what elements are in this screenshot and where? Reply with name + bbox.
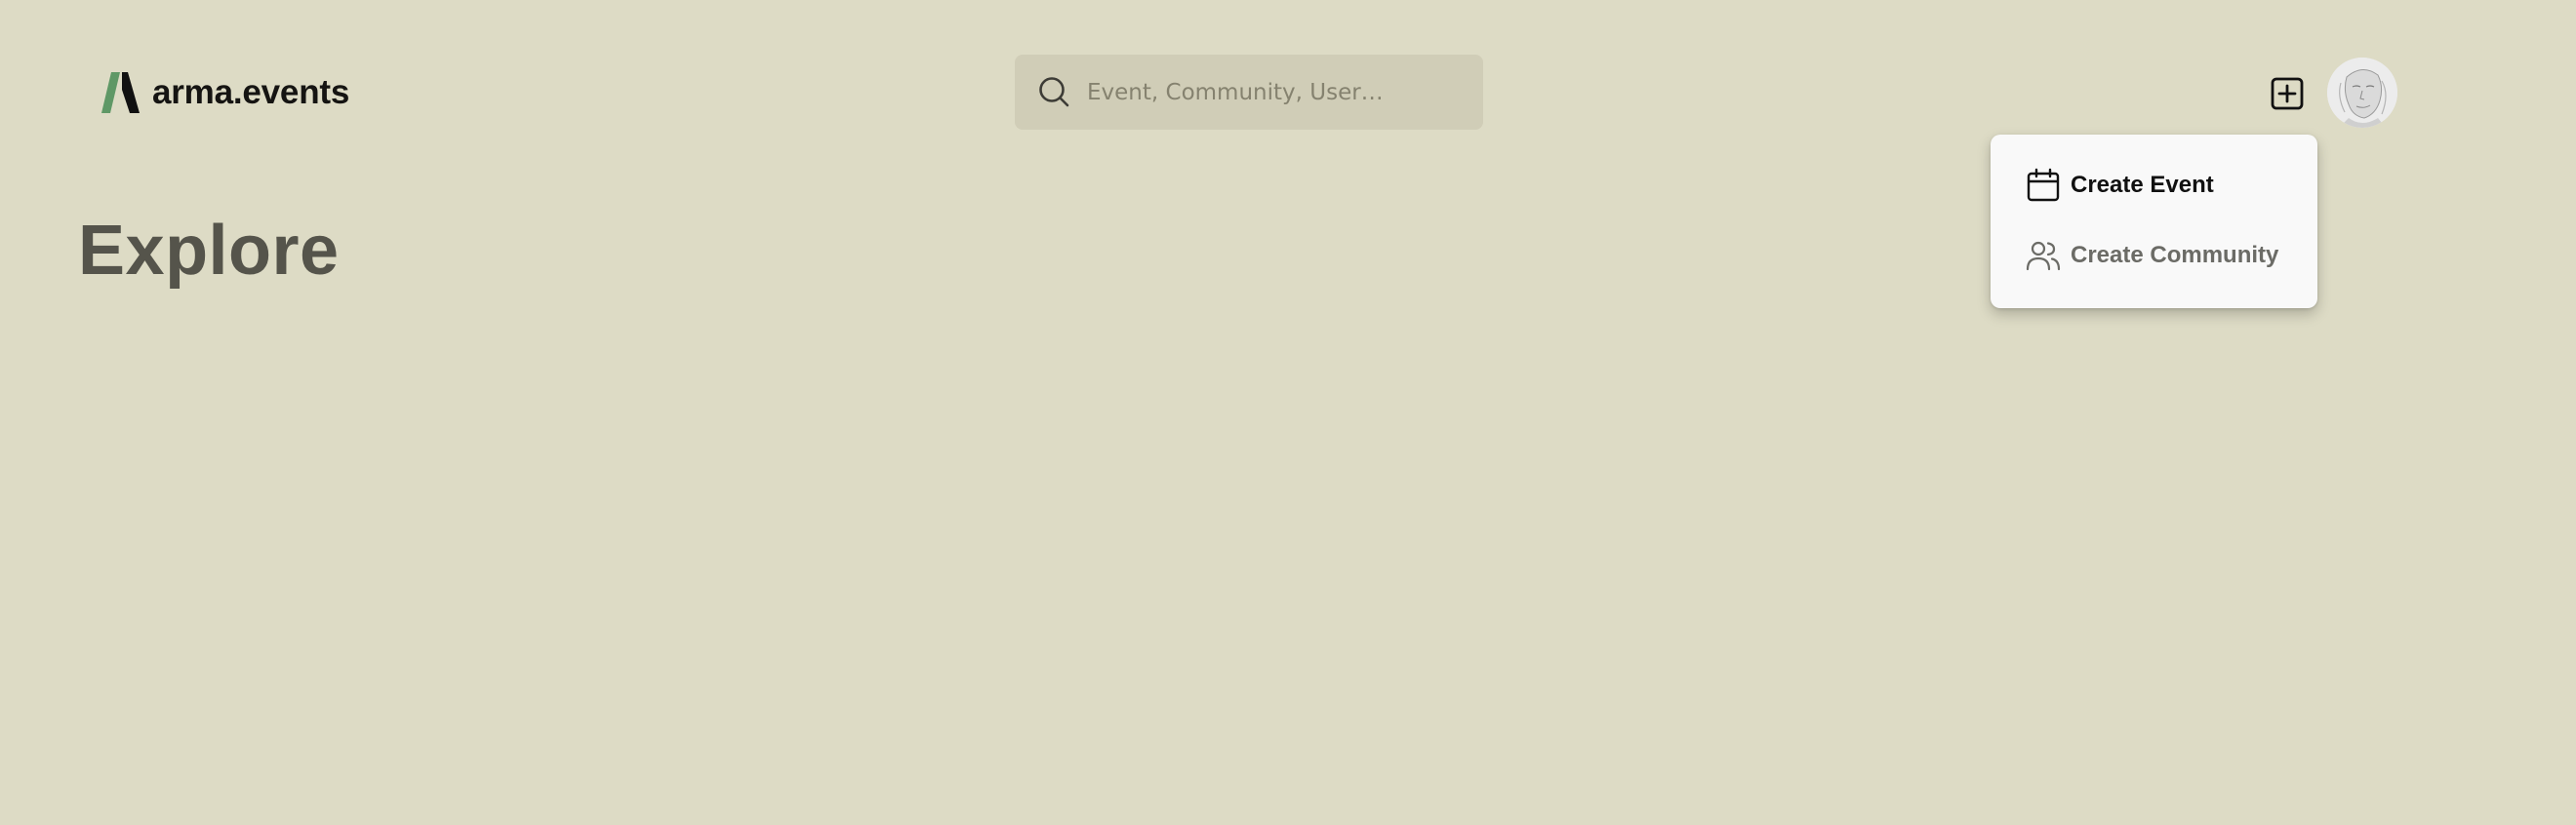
search-bar[interactable] — [1015, 55, 1483, 130]
plus-square-icon — [2271, 77, 2304, 110]
user-avatar[interactable] — [2327, 58, 2397, 128]
calendar-icon — [2027, 168, 2060, 202]
arma-logo-icon — [101, 72, 140, 113]
create-event-label: Create Event — [2071, 172, 2214, 198]
avatar-portrait-icon — [2327, 58, 2397, 128]
logo-link[interactable]: arma.events — [101, 72, 349, 113]
create-menu-dropdown: Create Event Create Community — [1991, 135, 2317, 308]
create-community-item[interactable]: Create Community — [1991, 228, 2317, 283]
search-input[interactable] — [1087, 55, 1468, 130]
page-title: Explore — [78, 212, 340, 290]
users-icon — [2026, 241, 2061, 271]
search-icon — [1039, 77, 1069, 107]
logo-text: arma.events — [152, 73, 350, 111]
create-community-label: Create Community — [2071, 242, 2279, 268]
create-event-item[interactable]: Create Event — [1991, 158, 2317, 213]
create-button[interactable] — [2268, 74, 2307, 113]
